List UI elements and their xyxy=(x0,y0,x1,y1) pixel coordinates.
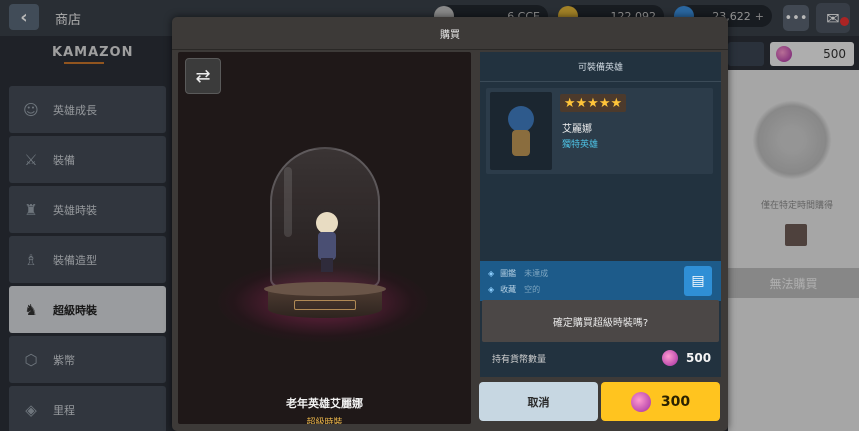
item-preview: ⇄ 老年英雄艾麗娜 超級時裝 xyxy=(178,52,471,424)
diamond-bullet-icon: ◈ xyxy=(488,269,495,278)
memo-icon: ▤ xyxy=(691,273,705,289)
hero-portrait-body xyxy=(512,130,530,156)
collection-row-collect: ◈ 收藏 空的 xyxy=(488,284,540,295)
hero-card[interactable]: ★★★★★ 艾麗娜 獨特英雄 xyxy=(486,88,713,174)
swap-arrows-icon: ⇄ xyxy=(195,65,211,87)
purple-gem-icon xyxy=(662,350,678,366)
hero-figure-head xyxy=(316,212,338,234)
item-name: 老年英雄艾麗娜 xyxy=(286,397,363,410)
pedestal-plate xyxy=(294,300,356,310)
collection-status-bar: ◈ 圖鑑 未達成 ◈ 收藏 空的 ▤ xyxy=(480,261,721,301)
hero-name: 艾麗娜 xyxy=(562,124,592,135)
confirm-message: 確定購買超級時裝嗎? xyxy=(482,300,719,342)
pedestal-top xyxy=(264,282,386,296)
hero-portrait-head xyxy=(508,106,534,132)
collection-value: 未達成 xyxy=(524,269,549,278)
equippable-hero-header: 可裝備英雄 xyxy=(480,52,721,82)
cancel-button[interactable]: 取消 xyxy=(479,382,598,421)
collection-label: 收藏 xyxy=(500,285,517,294)
hero-rarity-tag: 獨特英雄 xyxy=(562,140,599,150)
owned-currency-value: 500 xyxy=(686,351,712,365)
diamond-bullet-icon: ◈ xyxy=(488,285,495,294)
owned-currency-label: 持有貨幣數量 xyxy=(492,354,547,365)
swap-view-button[interactable]: ⇄ xyxy=(185,58,221,94)
glass-dome-shine xyxy=(284,167,292,237)
memo-button[interactable]: ▤ xyxy=(684,266,712,296)
collection-value: 空的 xyxy=(524,285,541,294)
collection-label: 圖鑑 xyxy=(500,269,517,278)
owned-currency-row: 持有貨幣數量 500 xyxy=(482,347,719,369)
hero-figure xyxy=(312,212,342,274)
buy-price: 300 xyxy=(660,393,691,410)
star-rating: ★★★★★ xyxy=(560,94,626,112)
purchase-dialog: 購買 ⇄ 老年英雄艾麗娜 超級時裝 可裝備英雄 ★★★★★ 艾麗娜 獨特英雄 ◈… xyxy=(172,17,728,431)
hero-figure-legs xyxy=(321,258,333,272)
collection-row-codex: ◈ 圖鑑 未達成 xyxy=(488,268,548,279)
hero-portrait xyxy=(490,92,552,170)
purple-gem-icon xyxy=(630,391,651,412)
item-type: 超級時裝 xyxy=(306,418,343,424)
buy-button[interactable]: 300 xyxy=(601,382,720,421)
hero-figure-body xyxy=(318,232,336,260)
dialog-title: 購買 xyxy=(172,17,728,50)
